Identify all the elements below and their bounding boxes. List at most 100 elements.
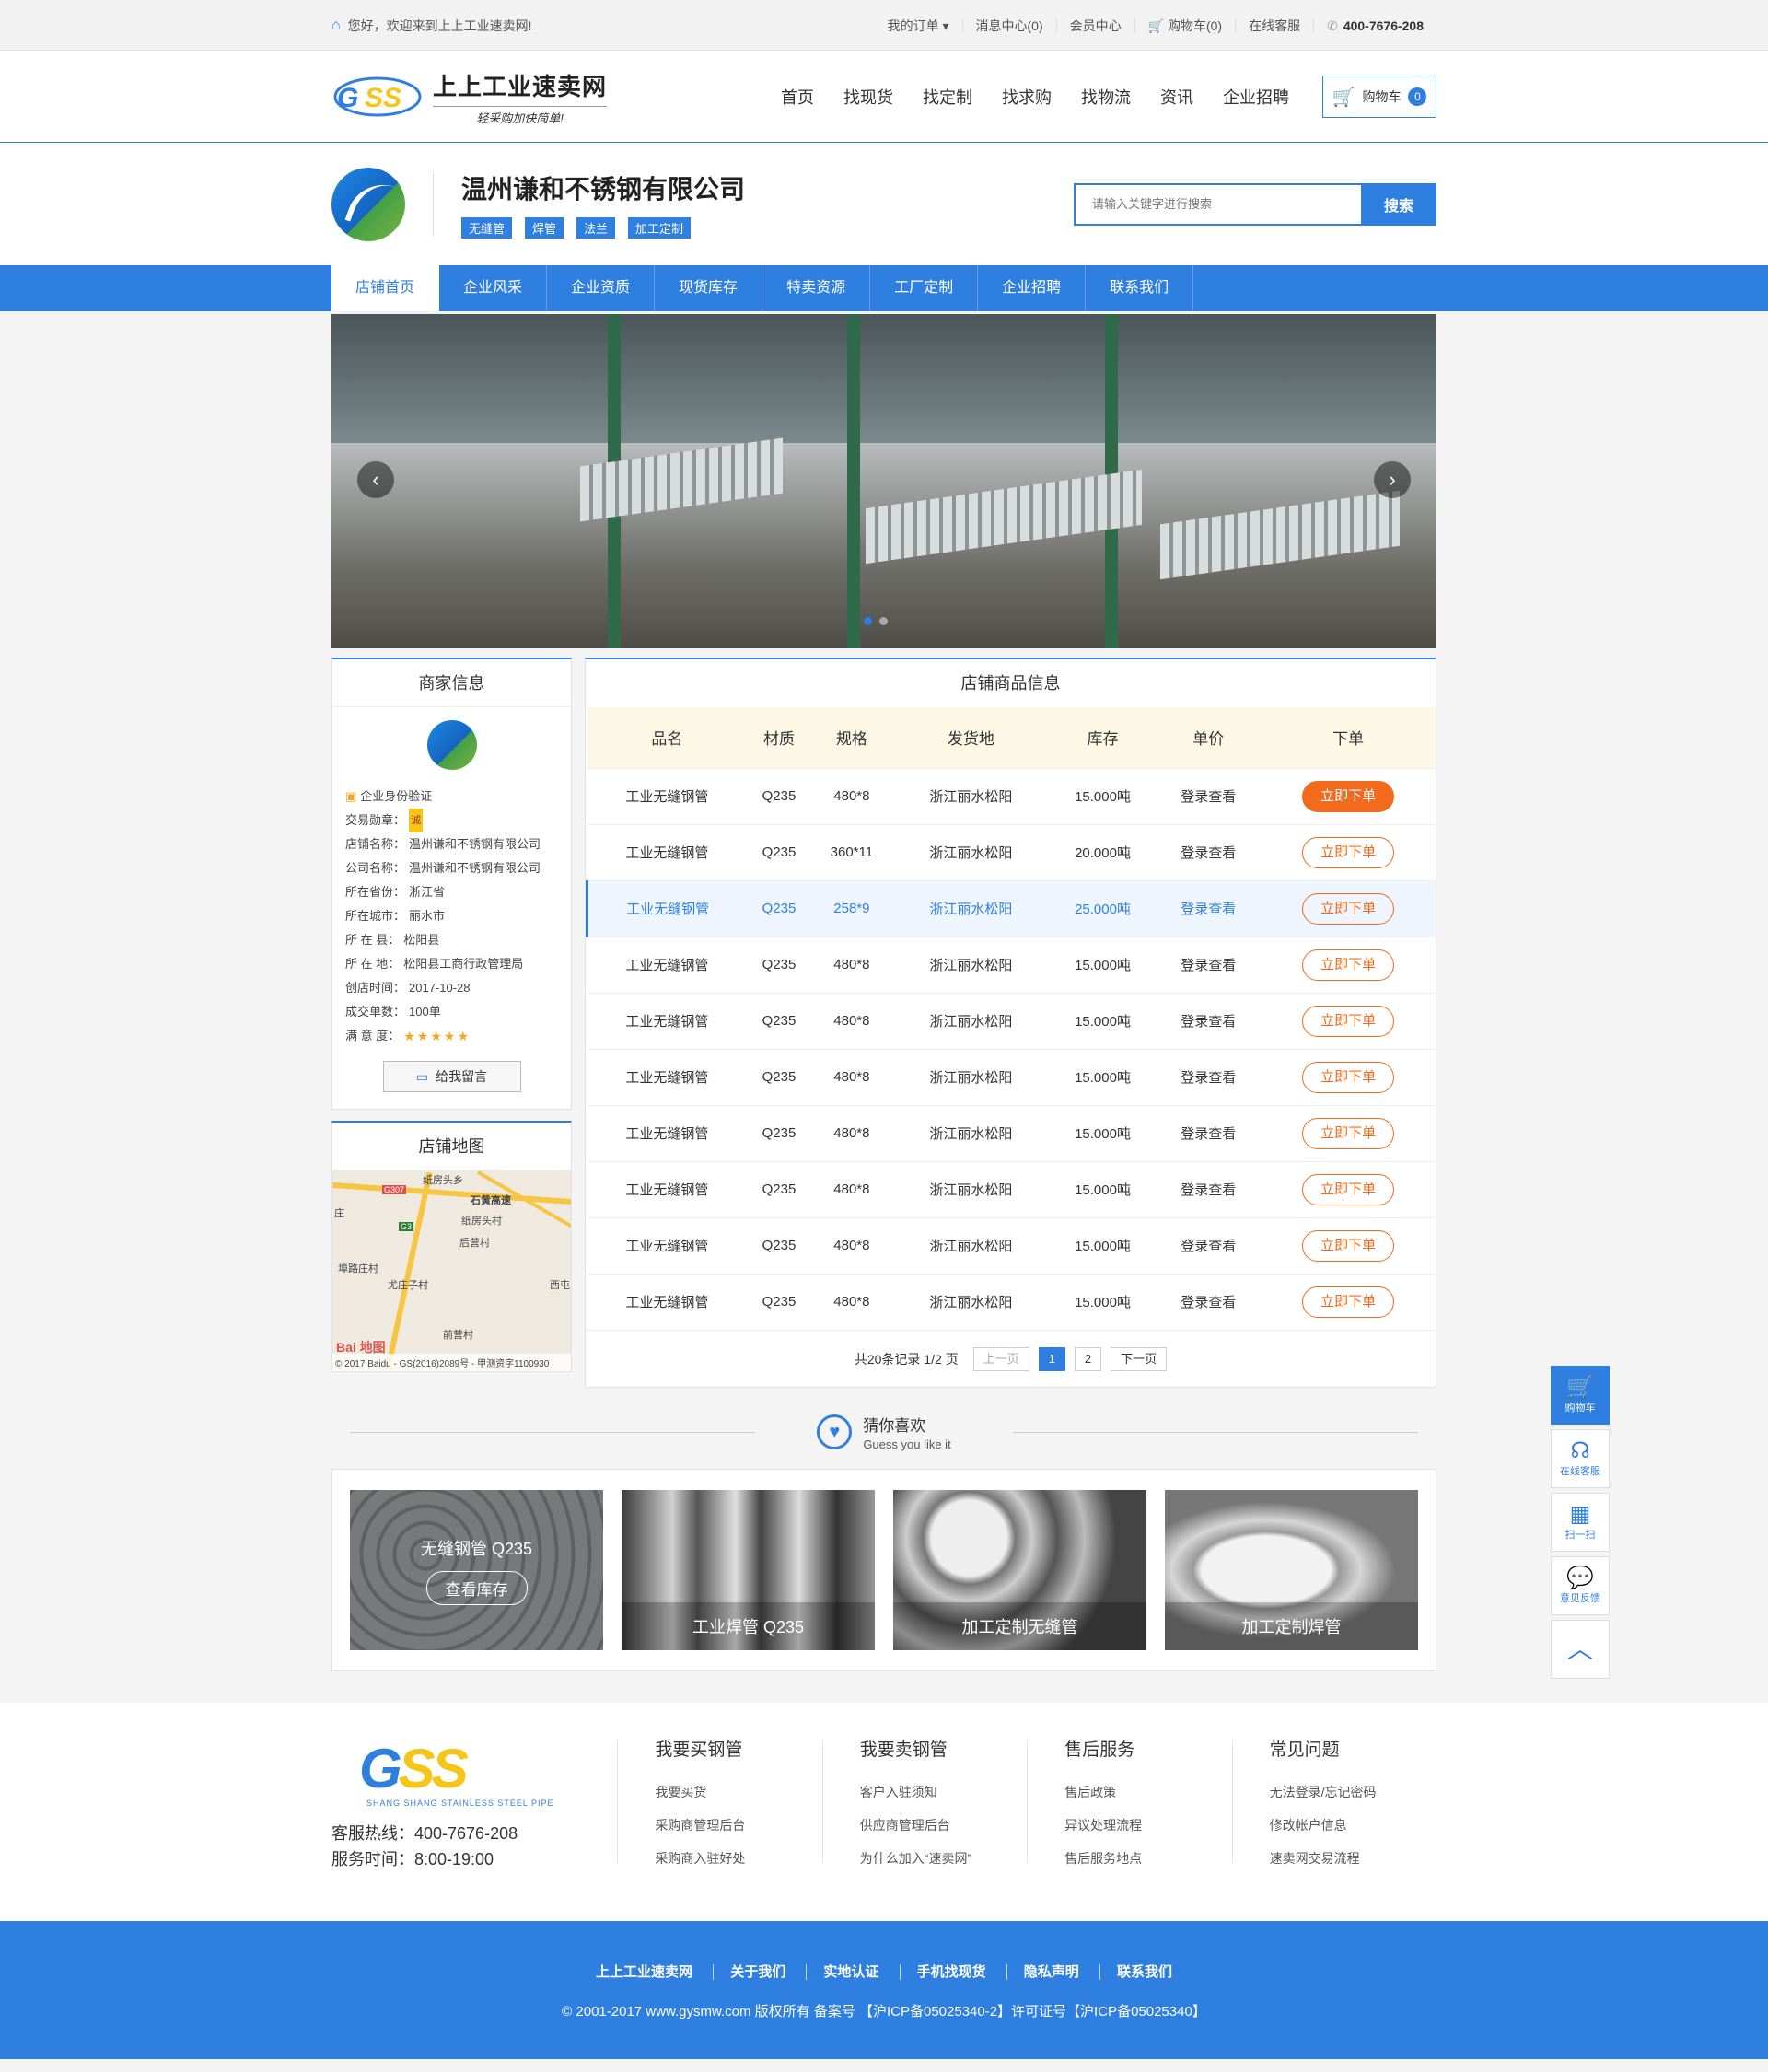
banner-dot[interactable]: [864, 617, 872, 625]
online-service-link[interactable]: 在线客服: [1235, 17, 1313, 33]
cell-spec: 480*8: [810, 1160, 892, 1217]
next-page-button[interactable]: 下一页: [1111, 1346, 1168, 1371]
prev-page-button[interactable]: 上一页: [972, 1346, 1029, 1371]
tab-company-style[interactable]: 企业风采: [439, 265, 548, 311]
tab-contact[interactable]: 联系我们: [1086, 265, 1194, 311]
footer-link[interactable]: 我要买货: [655, 1775, 821, 1809]
tag-welded[interactable]: 焊管: [525, 217, 564, 239]
banner-dot[interactable]: [879, 617, 888, 625]
nav-logistics[interactable]: 找物流: [1066, 85, 1146, 109]
bottom-link[interactable]: 隐私声明: [1006, 1964, 1096, 1980]
messages-link[interactable]: 消息中心(0): [961, 17, 1056, 33]
cell-price[interactable]: 登录查看: [1156, 1160, 1262, 1217]
order-now-button[interactable]: 立即下单: [1302, 1229, 1395, 1262]
order-now-button[interactable]: 立即下单: [1302, 836, 1395, 868]
guess-item[interactable]: 加工定制无缝管: [893, 1490, 1146, 1650]
table-row[interactable]: 工业无缝钢管 Q235 480*8 浙江丽水松阳 15.000吨 登录查看 立即下单: [587, 1048, 1436, 1105]
tag-flange[interactable]: 法兰: [576, 217, 616, 239]
banner-next-button[interactable]: ›: [1374, 461, 1411, 498]
table-row[interactable]: 工业无缝钢管 Q235 258*9 浙江丽水松阳 25.000吨 登录查看 立即下单: [586, 879, 1436, 937]
col-stock: 库存: [1049, 707, 1157, 768]
tag-custom[interactable]: 加工定制: [628, 217, 692, 239]
table-row[interactable]: 工业无缝钢管 Q235 480*8 浙江丽水松阳 15.000吨 登录查看 立即下单: [587, 1104, 1436, 1161]
nav-stock[interactable]: 找现货: [829, 85, 908, 109]
table-row[interactable]: 工业无缝钢管 Q235 480*8 浙江丽水松阳 15.000吨 登录查看 立即下单: [587, 992, 1436, 1049]
bottom-link[interactable]: 联系我们: [1099, 1964, 1189, 1980]
tag-seamless[interactable]: 无缝管: [461, 217, 513, 239]
order-now-button[interactable]: 立即下单: [1302, 949, 1395, 981]
search-button[interactable]: 搜索: [1361, 182, 1436, 226]
home-icon[interactable]: ⌂: [332, 17, 341, 34]
cell-price[interactable]: 登录查看: [1156, 936, 1262, 993]
table-row[interactable]: 工业无缝钢管 Q235 480*8 浙江丽水松阳 15.000吨 登录查看 立即下单: [587, 936, 1436, 993]
tab-factory[interactable]: 工厂定制: [870, 265, 979, 311]
table-row[interactable]: 工业无缝钢管 Q235 360*11 浙江丽水松阳 20.000吨 登录查看 立即下单: [587, 823, 1436, 880]
footer-link[interactable]: 客户入驻须知: [860, 1775, 1027, 1809]
tab-qualification[interactable]: 企业资质: [547, 265, 656, 311]
footer-link[interactable]: 异议处理流程: [1064, 1809, 1231, 1842]
side-feedback-button[interactable]: 💬 意见反馈: [1551, 1556, 1610, 1615]
footer-link[interactable]: 速卖网交易流程: [1270, 1842, 1436, 1875]
cell-price[interactable]: 登录查看: [1156, 1216, 1262, 1274]
site-logo[interactable]: G SS 上上工业速卖网 轻采购加快简单!: [332, 68, 617, 126]
leave-message-button[interactable]: ▭ 给我留言: [382, 1061, 521, 1092]
table-row[interactable]: 工业无缝钢管 Q235 480*8 浙江丽水松阳 15.000吨 登录查看 立即下单: [587, 1160, 1436, 1217]
footer-link[interactable]: 修改帐户信息: [1270, 1809, 1436, 1842]
nav-home[interactable]: 首页: [766, 85, 829, 109]
order-now-button[interactable]: 立即下单: [1302, 1117, 1395, 1149]
tab-stock[interactable]: 现货库存: [655, 265, 763, 311]
footer-link[interactable]: 采购商入驻好处: [655, 1842, 821, 1875]
table-row[interactable]: 工业无缝钢管 Q235 480*8 浙江丽水松阳 15.000吨 登录查看 立即下单: [587, 1273, 1436, 1330]
cell-price[interactable]: 登录查看: [1156, 879, 1262, 937]
header-cart-button[interactable]: 🛒 购物车 0: [1322, 76, 1436, 118]
order-now-button[interactable]: 立即下单: [1302, 1005, 1395, 1037]
side-cart-button[interactable]: 🛒 购物车: [1551, 1366, 1610, 1425]
banner-prev-button[interactable]: ‹: [357, 461, 394, 498]
nav-purchase[interactable]: 找求购: [987, 85, 1066, 109]
bottom-link[interactable]: 上上工业速卖网: [579, 1964, 709, 1980]
order-now-button[interactable]: 立即下单: [1302, 1173, 1395, 1205]
search-input[interactable]: [1074, 182, 1361, 226]
cell-price[interactable]: 登录查看: [1156, 1048, 1262, 1105]
tab-special[interactable]: 特卖资源: [762, 265, 871, 311]
side-qrcode-button[interactable]: ▦ 扫一扫: [1551, 1493, 1610, 1552]
tab-jobs[interactable]: 企业招聘: [978, 265, 1087, 311]
order-now-button[interactable]: 立即下单: [1302, 1061, 1395, 1093]
cell-price[interactable]: 登录查看: [1156, 823, 1262, 880]
order-now-button[interactable]: 立即下单: [1302, 1286, 1395, 1318]
footer-link[interactable]: 售后政策: [1064, 1775, 1231, 1809]
view-stock-button[interactable]: 查看库存: [425, 1570, 528, 1605]
cart-link[interactable]: 🛒 购物车(0): [1134, 17, 1235, 33]
page-1-button[interactable]: 1: [1038, 1346, 1065, 1371]
bottom-link[interactable]: 关于我们: [713, 1964, 803, 1980]
shop-map[interactable]: 纸房头乡 石黄高速 纸房头村 后营村 埠路庄村 尤庄子村 西屯 前营村 G307…: [332, 1170, 571, 1371]
cell-price[interactable]: 登录查看: [1156, 1273, 1262, 1330]
cell-price[interactable]: 登录查看: [1156, 1104, 1262, 1161]
table-row[interactable]: 工业无缝钢管 Q235 480*8 浙江丽水松阳 15.000吨 登录查看 立即下单: [587, 767, 1436, 824]
cell-price[interactable]: 登录查看: [1156, 992, 1262, 1049]
nav-jobs[interactable]: 企业招聘: [1208, 85, 1304, 109]
bottom-link[interactable]: 手机找现货: [899, 1964, 1003, 1980]
footer-link[interactable]: 售后服务地点: [1064, 1842, 1231, 1875]
member-center-link[interactable]: 会员中心: [1055, 17, 1134, 33]
side-service-button[interactable]: ☊ 在线客服: [1551, 1429, 1610, 1488]
order-now-button[interactable]: 立即下单: [1302, 892, 1395, 925]
table-row[interactable]: 工业无缝钢管 Q235 480*8 浙江丽水松阳 15.000吨 登录查看 立即下单: [587, 1216, 1436, 1274]
footer-link[interactable]: 采购商管理后台: [655, 1809, 821, 1842]
nav-news[interactable]: 资讯: [1146, 85, 1208, 109]
my-orders-link[interactable]: 我的订单 ▾: [875, 18, 962, 33]
cell-price[interactable]: 登录查看: [1156, 767, 1262, 824]
page-2-button[interactable]: 2: [1074, 1346, 1102, 1371]
back-to-top-button[interactable]: ︿: [1551, 1620, 1610, 1679]
tab-shop-home[interactable]: 店铺首页: [332, 265, 440, 311]
guess-item[interactable]: 无缝钢管 Q235 查看库存: [350, 1490, 603, 1650]
merchant-label: 交易勋章：: [345, 813, 406, 827]
footer-link[interactable]: 供应商管理后台: [860, 1809, 1027, 1842]
footer-link[interactable]: 为什么加入“速卖网”: [860, 1842, 1027, 1875]
guess-item[interactable]: 加工定制焊管: [1165, 1490, 1418, 1650]
footer-link[interactable]: 无法登录/忘记密码: [1270, 1775, 1436, 1809]
bottom-link[interactable]: 实地认证: [806, 1964, 896, 1980]
nav-custom[interactable]: 找定制: [908, 85, 987, 109]
guess-item[interactable]: 工业焊管 Q235: [622, 1490, 875, 1650]
order-now-button[interactable]: 立即下单: [1302, 780, 1395, 812]
